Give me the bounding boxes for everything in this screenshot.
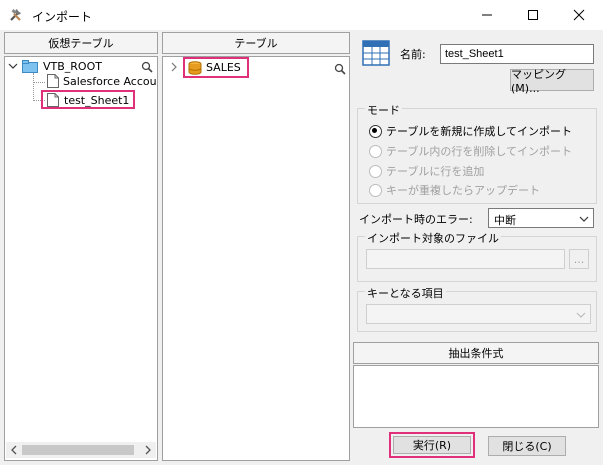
tools-icon: [8, 7, 26, 23]
mode-option-new[interactable]: テーブルを新規に作成してインポート: [369, 123, 589, 139]
mode-option-label: テーブルを新規に作成してインポート: [386, 125, 573, 138]
name-input[interactable]: [440, 44, 594, 64]
table-header: テーブル: [162, 32, 350, 54]
search-icon[interactable]: [141, 61, 153, 73]
mode-group-title: モード: [365, 102, 402, 118]
radio-unselected[interactable]: [369, 164, 382, 178]
chevron-left-icon[interactable]: [9, 445, 19, 455]
folder-icon: [22, 60, 38, 73]
close-window-button[interactable]: [556, 0, 602, 30]
maximize-button[interactable]: [510, 0, 556, 30]
browse-button[interactable]: ...: [569, 249, 589, 269]
virtual-table-tree[interactable]: VTB_ROOT Salesforce Accou test_Sheet1: [4, 56, 158, 461]
virtual-table-header: 仮想テーブル: [4, 32, 158, 54]
mode-option-label: テーブル内の行を削除してインポート: [386, 145, 573, 158]
table-item-sales[interactable]: SALES: [206, 61, 241, 74]
error-label: インポート時のエラー:: [359, 213, 473, 226]
error-select-value: 中断: [494, 214, 516, 227]
window-title: インポート: [32, 10, 93, 24]
close-button[interactable]: 閉じる(C): [488, 436, 566, 456]
radio-unselected[interactable]: [369, 144, 382, 158]
run-button-highlight[interactable]: 実行(R): [389, 432, 475, 458]
file-input[interactable]: [366, 249, 565, 269]
radio-unselected[interactable]: [369, 183, 382, 197]
run-button[interactable]: 実行(R): [393, 436, 471, 454]
horizontal-scrollbar[interactable]: [6, 442, 156, 458]
radio-selected[interactable]: [369, 124, 382, 138]
chevron-down-icon: [579, 214, 589, 224]
minimize-button[interactable]: [464, 0, 510, 30]
chevron-right-icon[interactable]: [143, 445, 153, 455]
table-item-sales-highlight[interactable]: SALES: [183, 57, 249, 78]
error-select[interactable]: 中断: [488, 208, 594, 228]
key-group-title: キーとなる項目: [365, 285, 446, 301]
table-header-label: テーブル: [234, 37, 278, 50]
chevron-down-icon: [576, 310, 586, 320]
scrollbar-thumb[interactable]: [22, 445, 134, 455]
table-tree[interactable]: SALES: [162, 56, 350, 461]
chevron-down-icon[interactable]: [8, 61, 18, 71]
mode-option-append[interactable]: テーブルに行を追加: [369, 163, 589, 179]
mode-option-label: テーブルに行を追加: [386, 165, 485, 178]
document-icon: [47, 93, 59, 107]
document-icon: [47, 74, 59, 88]
filter-header-label: 抽出条件式: [448, 347, 504, 360]
tree-item-salesforce[interactable]: Salesforce Accou: [63, 75, 157, 88]
mode-option-label: キーが重複したらアップデート: [386, 184, 540, 197]
title-bar: インポート: [0, 0, 603, 30]
tree-item-test-sheet1[interactable]: test_Sheet1: [64, 94, 129, 107]
filter-header: 抽出条件式: [353, 342, 599, 364]
table-grid-icon: [362, 40, 390, 66]
tree-connector: [33, 82, 45, 83]
chevron-right-icon[interactable]: [170, 62, 178, 72]
mode-option-delete[interactable]: テーブル内の行を削除してインポート: [369, 143, 589, 159]
file-group-title: インポート対象のファイル: [365, 230, 501, 246]
filter-textarea[interactable]: [353, 365, 599, 428]
tree-item-test-sheet1-highlight[interactable]: test_Sheet1: [41, 90, 135, 109]
database-icon: [188, 61, 202, 75]
tree-connector: [33, 73, 34, 101]
virtual-table-header-label: 仮想テーブル: [48, 37, 114, 50]
mapping-button[interactable]: マッピング(M)...: [510, 68, 594, 95]
search-icon[interactable]: [334, 63, 346, 75]
key-select[interactable]: [366, 304, 591, 324]
mode-option-update[interactable]: キーが重複したらアップデート: [369, 182, 589, 198]
tree-root-label[interactable]: VTB_ROOT: [43, 60, 102, 73]
name-label: 名前:: [400, 48, 426, 61]
